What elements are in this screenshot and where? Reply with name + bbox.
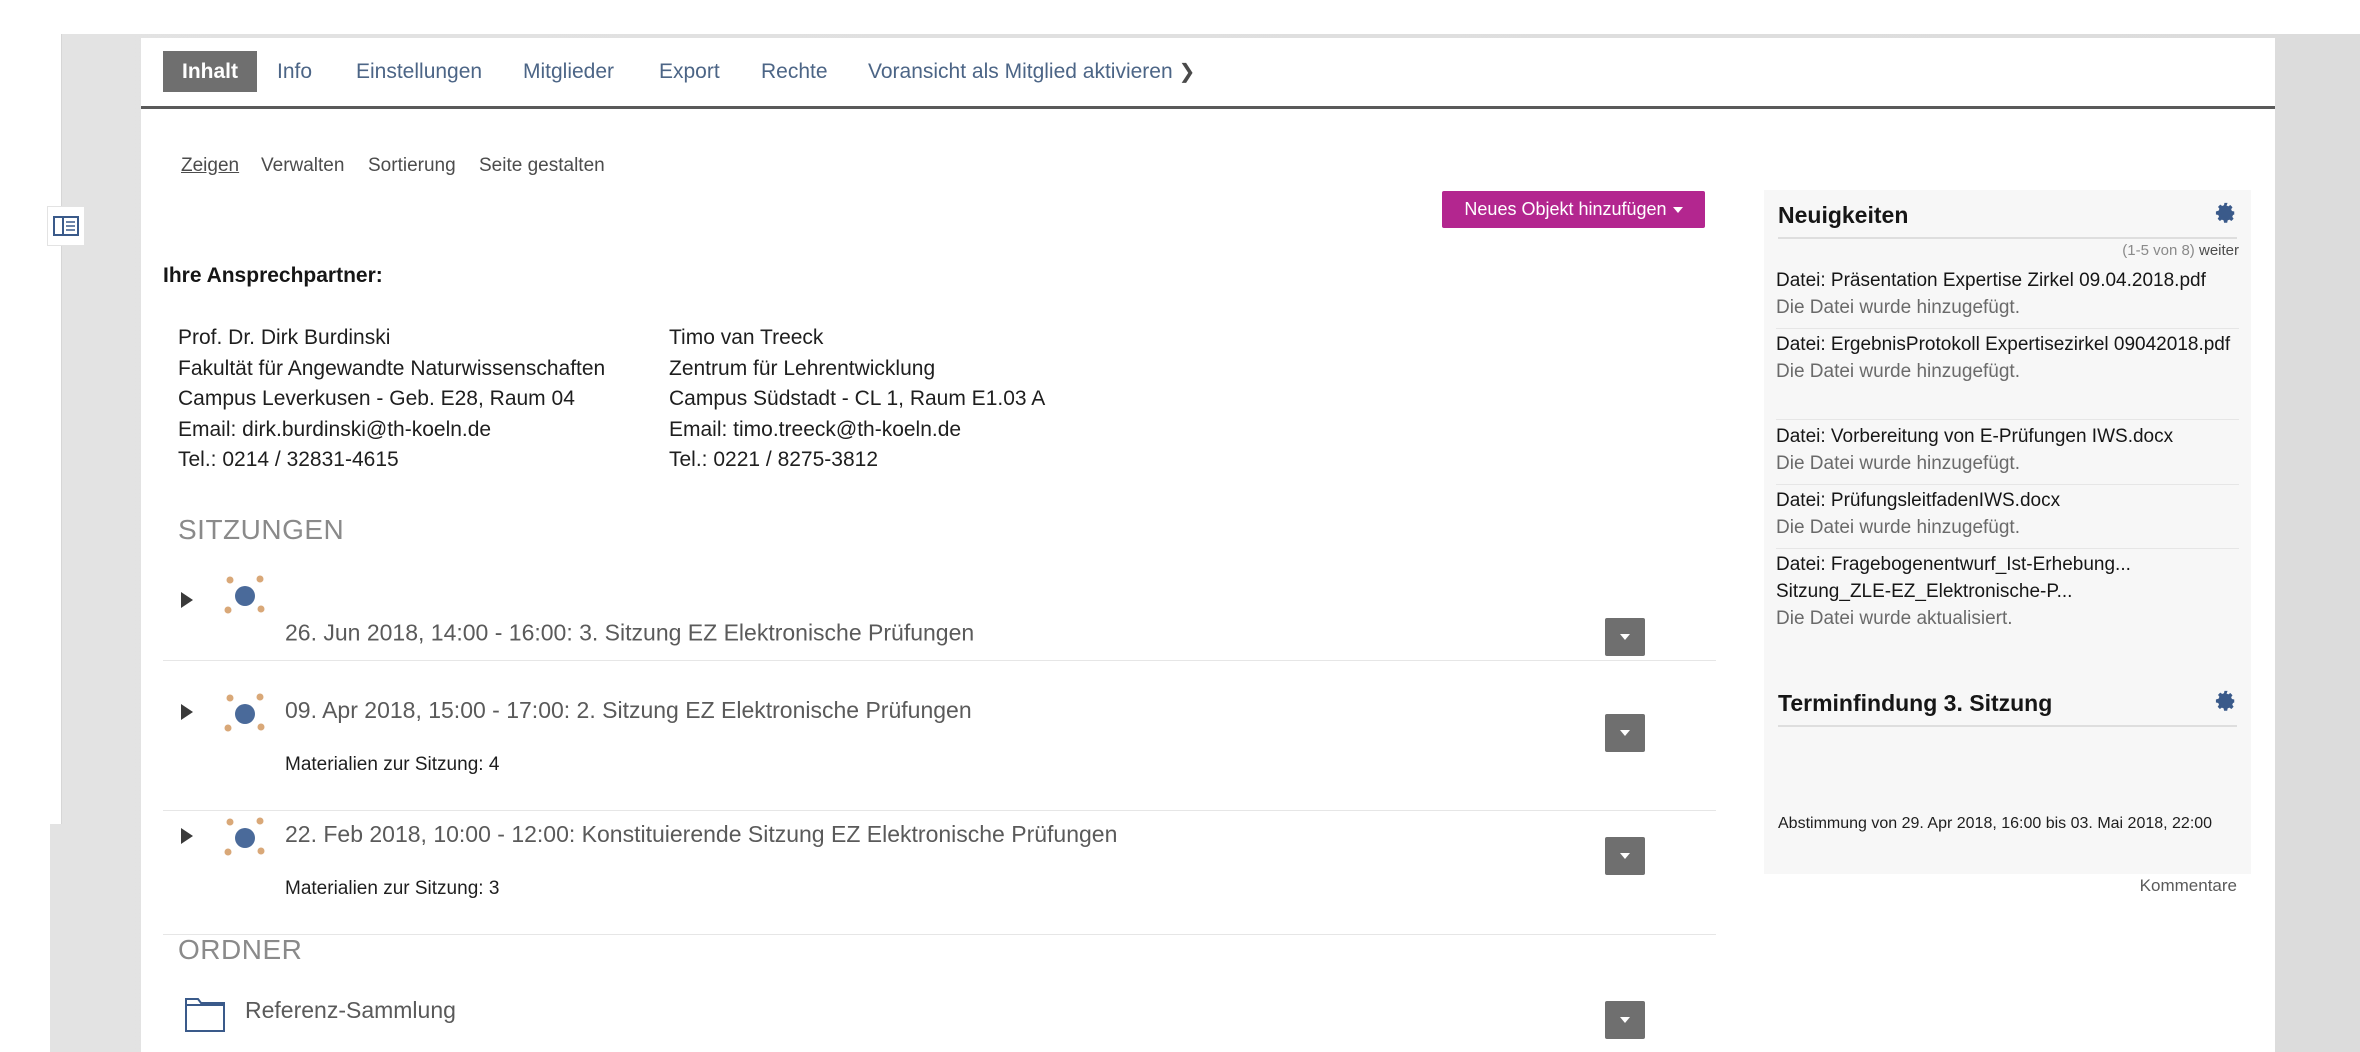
expand-arrow-icon[interactable]: [181, 828, 193, 844]
contact-card: Timo van Treeck Zentrum für Lehrentwickl…: [669, 323, 1045, 476]
caret-down-icon: [1672, 207, 1683, 214]
tab-mitglieder[interactable]: Mitglieder: [523, 51, 614, 92]
contact-unit: Zentrum für Lehrentwicklung: [669, 356, 936, 380]
add-new-object-label: Neues Objekt hinzufügen: [1464, 199, 1667, 219]
contact-location: Campus Südstadt - CL 1, Raum E1.03 A: [669, 387, 1046, 411]
poll-title[interactable]: Terminfindung 3. Sitzung: [1778, 690, 2052, 717]
folder-title[interactable]: Referenz-Sammlung: [245, 997, 456, 1024]
news-item[interactable]: Datei: Vorbereitung von E-Prüfungen IWS.…: [1776, 423, 2239, 485]
folder-icon: [185, 998, 225, 1032]
tab-export[interactable]: Export: [659, 51, 720, 92]
add-new-object-button[interactable]: Neues Objekt hinzufügen: [1442, 191, 1705, 228]
session-row[interactable]: 22. Feb 2018, 10:00 - 12:00: Konstituier…: [163, 786, 1716, 935]
session-title[interactable]: 09. Apr 2018, 15:00 - 17:00: 2. Sitzung …: [285, 697, 972, 724]
news-item-title[interactable]: Datei: Vorbereitung von E-Prüfungen IWS.…: [1776, 423, 2239, 450]
tab-einstellungen[interactable]: Einstellungen: [356, 51, 482, 92]
session-materials: Materialien zur Sitzung: 3: [285, 878, 500, 899]
actions-dropdown-button[interactable]: [1605, 618, 1645, 656]
news-item[interactable]: Datei: Fragebogenentwurf_Ist-Erhebung...…: [1776, 551, 2239, 671]
poll-block-header: Terminfindung 3. Sitzung: [1778, 678, 2237, 727]
news-item-title[interactable]: Datei: Fragebogenentwurf_Ist-Erhebung...…: [1776, 551, 2239, 605]
contact-name: Prof. Dr. Dirk Burdinski: [178, 326, 391, 349]
contacts-title: Ihre Ansprechpartner:: [163, 264, 383, 287]
left-side-strip: [50, 34, 62, 824]
gear-icon[interactable]: [2215, 202, 2237, 224]
actions-dropdown-button[interactable]: [1605, 837, 1645, 875]
news-count: (1-5 von 8) weiter: [2122, 242, 2239, 259]
news-item-title[interactable]: Datei: ErgebnisProtokoll Expertisezirkel…: [1776, 331, 2239, 358]
news-title: Neuigkeiten: [1778, 202, 1909, 228]
gear-icon[interactable]: [2215, 690, 2237, 712]
window-margin: [0, 0, 50, 1052]
chevron-right-icon: ❯: [1178, 61, 1196, 83]
tab-voransicht-label: Voransicht als Mitglied aktivieren: [868, 60, 1173, 83]
contact-name: Timo van Treeck: [669, 326, 824, 349]
news-item-desc: Die Datei wurde hinzugefügt.: [1776, 517, 2020, 538]
contact-unit: Fakultät für Angewandte Naturwissenschaf…: [178, 356, 606, 380]
news-item[interactable]: Datei: ErgebnisProtokoll Expertisezirkel…: [1776, 331, 2239, 420]
subtab-zeigen[interactable]: Zeigen: [181, 155, 239, 177]
contact-email: Email: dirk.burdinski@th-koeln.de: [178, 417, 492, 441]
session-title[interactable]: 26. Jun 2018, 14:00 - 16:00: 3. Sitzung …: [285, 620, 974, 647]
contact-email: Email: timo.treeck@th-koeln.de: [669, 417, 962, 441]
news-block: Neuigkeiten (1-5 von 8) weiter Datei: Pr…: [1764, 190, 2251, 684]
session-icon: [224, 575, 265, 614]
subtab-verwalten[interactable]: Verwalten: [261, 155, 344, 177]
actions-dropdown-button[interactable]: [1605, 1001, 1645, 1039]
tab-bar: Inhalt Info Einstellungen Mitglieder Exp…: [141, 38, 2275, 109]
session-icon: [224, 693, 265, 732]
news-item-desc: Die Datei wurde aktualisiert.: [1776, 608, 2013, 629]
poll-block: Terminfindung 3. Sitzung Abstimmung von …: [1764, 678, 2251, 895]
news-item-desc: Die Datei wurde hinzugefügt.: [1776, 361, 2020, 382]
tab-rechte[interactable]: Rechte: [761, 51, 828, 92]
actions-dropdown-button[interactable]: [1605, 714, 1645, 752]
news-item-title[interactable]: Datei: PrüfungsleitfadenIWS.docx: [1776, 487, 2239, 514]
tab-inhalt[interactable]: Inhalt: [163, 51, 257, 92]
comments-link[interactable]: Kommentare: [2140, 876, 2237, 896]
folder-row[interactable]: Referenz-Sammlung: [163, 990, 1716, 1052]
contact-phone: Tel.: 0214 / 32831-4615: [178, 448, 399, 472]
news-range: (1-5 von 8): [2122, 242, 2195, 259]
expand-arrow-icon[interactable]: [181, 704, 193, 720]
news-item[interactable]: Datei: Präsentation Expertise Zirkel 09.…: [1776, 267, 2239, 329]
contact-card: Prof. Dr. Dirk Burdinski Fakultät für An…: [178, 323, 605, 476]
caret-down-icon: [1620, 1017, 1630, 1023]
folders-heading: ORDNER: [178, 934, 303, 965]
caret-down-icon: [1620, 853, 1630, 859]
news-item-desc: Die Datei wurde hinzugefügt.: [1776, 297, 2020, 318]
news-block-header: Neuigkeiten: [1778, 190, 2237, 239]
caret-down-icon: [1620, 730, 1630, 736]
expand-arrow-icon[interactable]: [181, 592, 193, 608]
session-icon: [224, 817, 265, 856]
subtab-sortierung[interactable]: Sortierung: [368, 155, 456, 177]
poll-period: Abstimmung von 29. Apr 2018, 16:00 bis 0…: [1778, 815, 2213, 832]
tab-voransicht[interactable]: Voransicht als Mitglied aktivieren ❯: [868, 51, 1195, 92]
session-materials: Materialien zur Sitzung: 4: [285, 754, 500, 775]
news-more-link[interactable]: weiter: [2199, 242, 2239, 259]
caret-down-icon: [1620, 634, 1630, 640]
contact-phone: Tel.: 0221 / 8275-3812: [669, 448, 878, 472]
news-item-desc: Die Datei wurde hinzugefügt.: [1776, 453, 2020, 474]
sidebar-toggle-icon[interactable]: [47, 206, 85, 246]
tab-info[interactable]: Info: [277, 51, 312, 92]
session-title[interactable]: 22. Feb 2018, 10:00 - 12:00: Konstituier…: [285, 821, 1117, 848]
contact-location: Campus Leverkusen - Geb. E28, Raum 04: [178, 387, 575, 411]
main-panel: Inhalt Info Einstellungen Mitglieder Exp…: [141, 38, 2275, 1052]
news-item[interactable]: Datei: PrüfungsleitfadenIWS.docx Die Dat…: [1776, 487, 2239, 549]
subtab-seite-gestalten[interactable]: Seite gestalten: [479, 155, 605, 177]
sessions-heading: SITZUNGEN: [178, 514, 345, 545]
news-item-title[interactable]: Datei: Präsentation Expertise Zirkel 09.…: [1776, 267, 2239, 294]
session-row[interactable]: 26. Jun 2018, 14:00 - 16:00: 3. Sitzung …: [163, 572, 1716, 661]
